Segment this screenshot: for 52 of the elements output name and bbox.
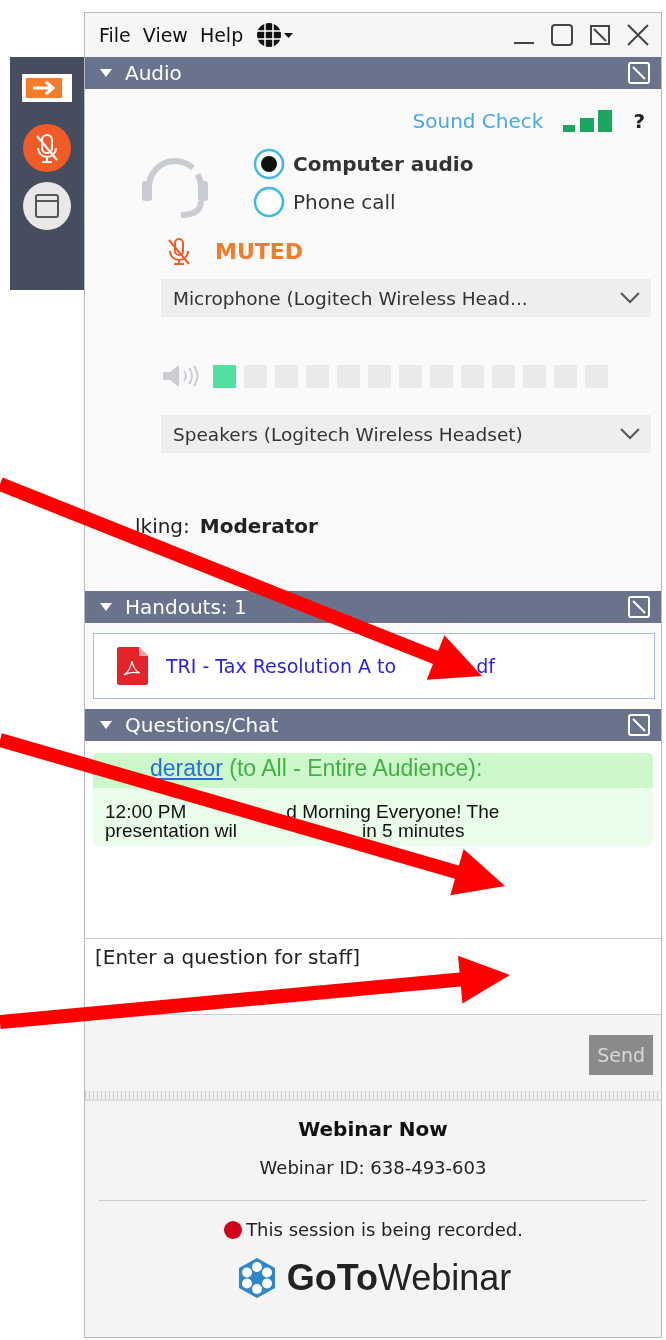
chevron-down-icon: [619, 291, 641, 305]
pdf-file-icon: [114, 646, 150, 686]
talking-name: Moderator: [199, 514, 318, 538]
talking-label: lking:: [135, 514, 190, 538]
collapse-triangle-icon[interactable]: [99, 68, 113, 78]
radio-button[interactable]: [253, 186, 285, 218]
panel-header[interactable]: Handouts: 1: [85, 591, 661, 623]
menu-item[interactable]: View: [142, 24, 188, 46]
radio-option[interactable]: Computer audio: [253, 148, 474, 180]
microphone-dropdown[interactable]: Microphone (Logitech Wireless Head...: [161, 279, 651, 317]
webinar-id: Webinar ID: 638-493-603: [259, 1157, 487, 1178]
webinar-name: Webinar Now: [298, 1117, 448, 1141]
message-text: in 5 minutes: [362, 821, 465, 840]
maximize-icon[interactable]: [549, 22, 575, 48]
panel-title: Handouts: 1: [125, 595, 248, 619]
exit-arrow-icon[interactable]: [21, 73, 73, 103]
recording-notice: This session is being recorded.: [246, 1219, 523, 1240]
undock-icon[interactable]: [587, 22, 613, 48]
collapse-triangle-icon[interactable]: [99, 602, 113, 612]
file-name-link[interactable]: df: [476, 655, 495, 677]
window-icon[interactable]: [22, 181, 72, 231]
menu-item[interactable]: File: [99, 24, 131, 46]
product-logo: GoToWebinar: [286, 1257, 512, 1299]
panel-header[interactable]: Questions/Chat: [85, 709, 661, 741]
undock-icon[interactable]: [627, 595, 651, 619]
undock-icon[interactable]: [627, 61, 651, 85]
message-text: 12:00 PM: [105, 802, 187, 821]
undock-icon[interactable]: [627, 713, 651, 737]
recording-dot-icon: [223, 1219, 244, 1240]
collapse-triangle-icon[interactable]: [99, 720, 113, 730]
globe-icon[interactable]: [255, 20, 296, 50]
message-audience: (to All - Entire Audience):: [229, 755, 483, 781]
resize-grip[interactable]: [85, 1091, 661, 1101]
panel-header[interactable]: Audio: [85, 57, 661, 89]
chevron-down-icon: [619, 427, 641, 441]
panel-title: Questions/Chat: [125, 713, 280, 737]
signal-bars-icon: [563, 109, 614, 133]
message-text: presentation wil: [105, 821, 238, 840]
radio-button[interactable]: [253, 148, 285, 180]
file-name-link[interactable]: TRI - Tax Resolution A to: [166, 655, 397, 677]
speakers-dropdown[interactable]: Speakers (Logitech Wireless Headset): [161, 415, 651, 453]
radio-option[interactable]: Phone call: [253, 186, 474, 218]
close-icon[interactable]: [625, 22, 651, 48]
sender-link[interactable]: derator: [150, 755, 223, 781]
message-text: d Morning Everyone! The: [286, 802, 500, 821]
muted-microphone-icon[interactable]: [22, 123, 72, 173]
menu-item[interactable]: Help: [199, 24, 244, 46]
handout-item[interactable]: TRI - Tax Resolution A to df: [93, 633, 655, 699]
speaker-icon: [161, 363, 199, 389]
help-icon[interactable]: ?: [633, 109, 645, 133]
mute-status: MUTED: [215, 238, 304, 264]
panel-title: Audio: [125, 61, 183, 85]
